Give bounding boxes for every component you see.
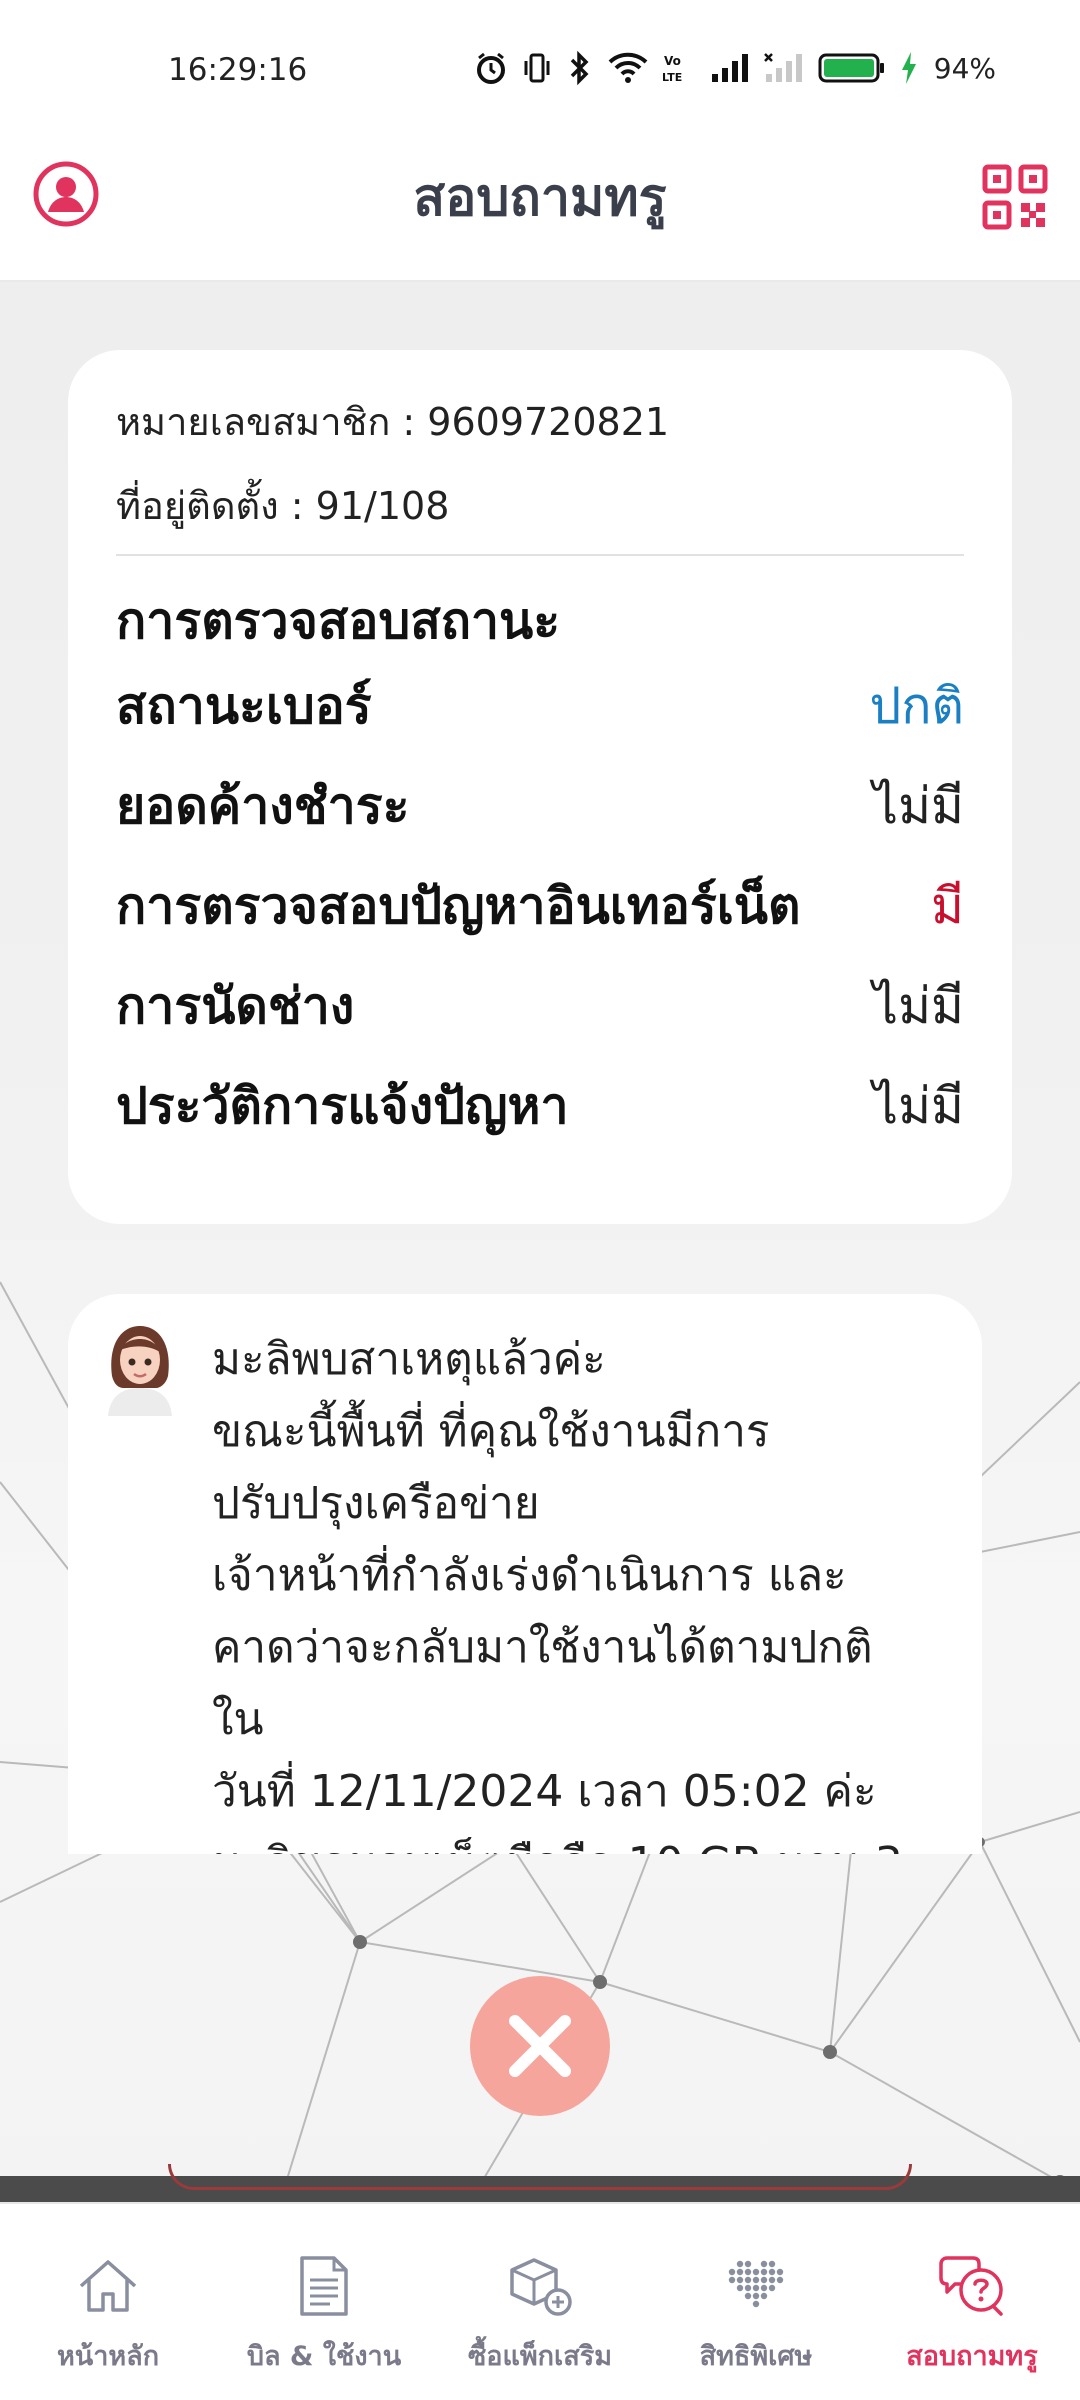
message-line: วันที่ 12/11/2024 เวลา 05:02 ค่ะ	[212, 1766, 877, 1817]
status-row-issue-history[interactable]: ประวัติการแจ้งปัญหา ไม่มี	[116, 1056, 964, 1156]
qr-code-icon	[982, 164, 1048, 230]
status-row-number[interactable]: สถานะเบอร์ ปกติ	[116, 656, 964, 756]
nav-label: หน้าหลัก	[56, 2341, 160, 2372]
battery-percent: 94%	[933, 51, 996, 85]
bill-icon	[288, 2250, 360, 2322]
nav-label: สอบถามทรู	[906, 2341, 1038, 2372]
underlying-button-outline	[168, 2164, 912, 2190]
nav-item-home[interactable]: หน้าหลัก	[0, 2204, 216, 2400]
status-bar: 16:29:16 Vo LTE 94%	[0, 0, 1080, 140]
close-icon	[509, 2015, 571, 2077]
bottom-navigation: หน้าหลัก บิล & ใช้งาน ซื้อแพ็กเสริม สิทธ…	[0, 2202, 1080, 2400]
overlay-edge	[0, 2164, 1080, 2202]
status-value: ไม่มี	[872, 976, 964, 1035]
alarm-icon	[474, 51, 508, 85]
message-line: คาดว่าจะกลับมาใช้งานได้ตามปกติ	[212, 1622, 873, 1673]
status-check-title: การตรวจสอบสถานะ	[116, 592, 561, 650]
nav-item-bill-usage[interactable]: บิล & ใช้งาน	[216, 2204, 432, 2400]
home-icon	[72, 2250, 144, 2322]
message-line: ใน	[212, 1694, 264, 1745]
divider	[116, 554, 964, 556]
assistant-avatar	[98, 1320, 182, 1416]
charging-icon	[900, 51, 918, 85]
status-card: หมายเลขสมาชิก : 9609720821 ที่อยู่ติดตั้…	[68, 350, 1012, 1224]
page-title: สอบถามทรู	[413, 167, 667, 228]
status-row-outstanding-balance[interactable]: ยอดค้างชำระ ไม่มี	[116, 756, 964, 856]
nav-item-buy-package[interactable]: ซื้อแพ็กเสริม	[432, 2204, 648, 2400]
nav-item-privileges[interactable]: สิทธิพิเศษ	[648, 2204, 864, 2400]
signal-off-icon	[763, 52, 804, 84]
message-line: เจ้าหน้าที่กำลังเร่งดำเนินการ และ	[212, 1550, 847, 1601]
status-icons: Vo LTE 94%	[474, 48, 996, 88]
volte-icon: Vo LTE	[662, 51, 696, 85]
status-value: ไม่มี	[872, 1076, 964, 1135]
heart-privilege-icon	[720, 2250, 792, 2322]
install-address: ที่อยู่ติดตั้ง : 91/108	[116, 484, 450, 528]
status-row-technician-appointment[interactable]: การนัดช่าง ไม่มี	[116, 956, 964, 1056]
svg-text:Vo: Vo	[664, 54, 681, 68]
member-number: หมายเลขสมาชิก : 9609720821	[116, 400, 670, 444]
signal-icon	[710, 52, 750, 84]
bluetooth-icon	[566, 50, 594, 86]
close-button[interactable]	[470, 1976, 610, 2116]
status-label: ประวัติการแจ้งปัญหา	[116, 1076, 569, 1135]
nav-label: บิล & ใช้งาน	[246, 2341, 402, 2372]
app-bar: สอบถามทรู	[0, 140, 1080, 282]
status-label: การตรวจสอบปัญหาอินเทอร์เน็ต	[116, 876, 801, 935]
message-line: ขณะนี้พื้นที่ ที่คุณใช้งานมีการ	[212, 1406, 770, 1457]
nav-label: สิทธิพิเศษ	[699, 2341, 813, 2372]
wifi-icon	[608, 52, 648, 84]
message-line: มะลิขอมอบเน็ตมือถือ 10 GB นาน 3	[212, 1828, 952, 1854]
chat-help-icon	[936, 2250, 1008, 2322]
svg-text:LTE: LTE	[662, 71, 682, 84]
status-value: มี	[931, 876, 964, 935]
message-line: ปรับปรุงเครือข่าย	[212, 1478, 540, 1529]
assistant-message: มะลิพบสาเหตุแล้วค่ะ ขณะนี้พื้นที่ ที่คุณ…	[212, 1324, 952, 1854]
status-value: ปกติ	[869, 676, 964, 735]
status-time: 16:29:16	[168, 52, 308, 88]
status-value: ไม่มี	[872, 776, 964, 835]
nav-item-ask-true[interactable]: สอบถามทรู	[864, 2204, 1080, 2400]
vibrate-icon	[522, 51, 552, 85]
package-add-icon	[504, 2250, 576, 2322]
status-row-internet-issue[interactable]: การตรวจสอบปัญหาอินเทอร์เน็ต มี	[116, 856, 964, 956]
battery-icon	[818, 52, 886, 84]
status-label: ยอดค้างชำระ	[116, 776, 410, 835]
nav-label: ซื้อแพ็กเสริม	[467, 2341, 613, 2372]
qr-code-button[interactable]	[982, 164, 1048, 230]
message-line: มะลิพบสาเหตุแล้วค่ะ	[212, 1334, 606, 1385]
status-label: การนัดช่าง	[116, 976, 355, 1035]
chat-message-card[interactable]: มะลิพบสาเหตุแล้วค่ะ ขณะนี้พื้นที่ ที่คุณ…	[68, 1294, 982, 1854]
status-label: สถานะเบอร์	[116, 676, 372, 735]
